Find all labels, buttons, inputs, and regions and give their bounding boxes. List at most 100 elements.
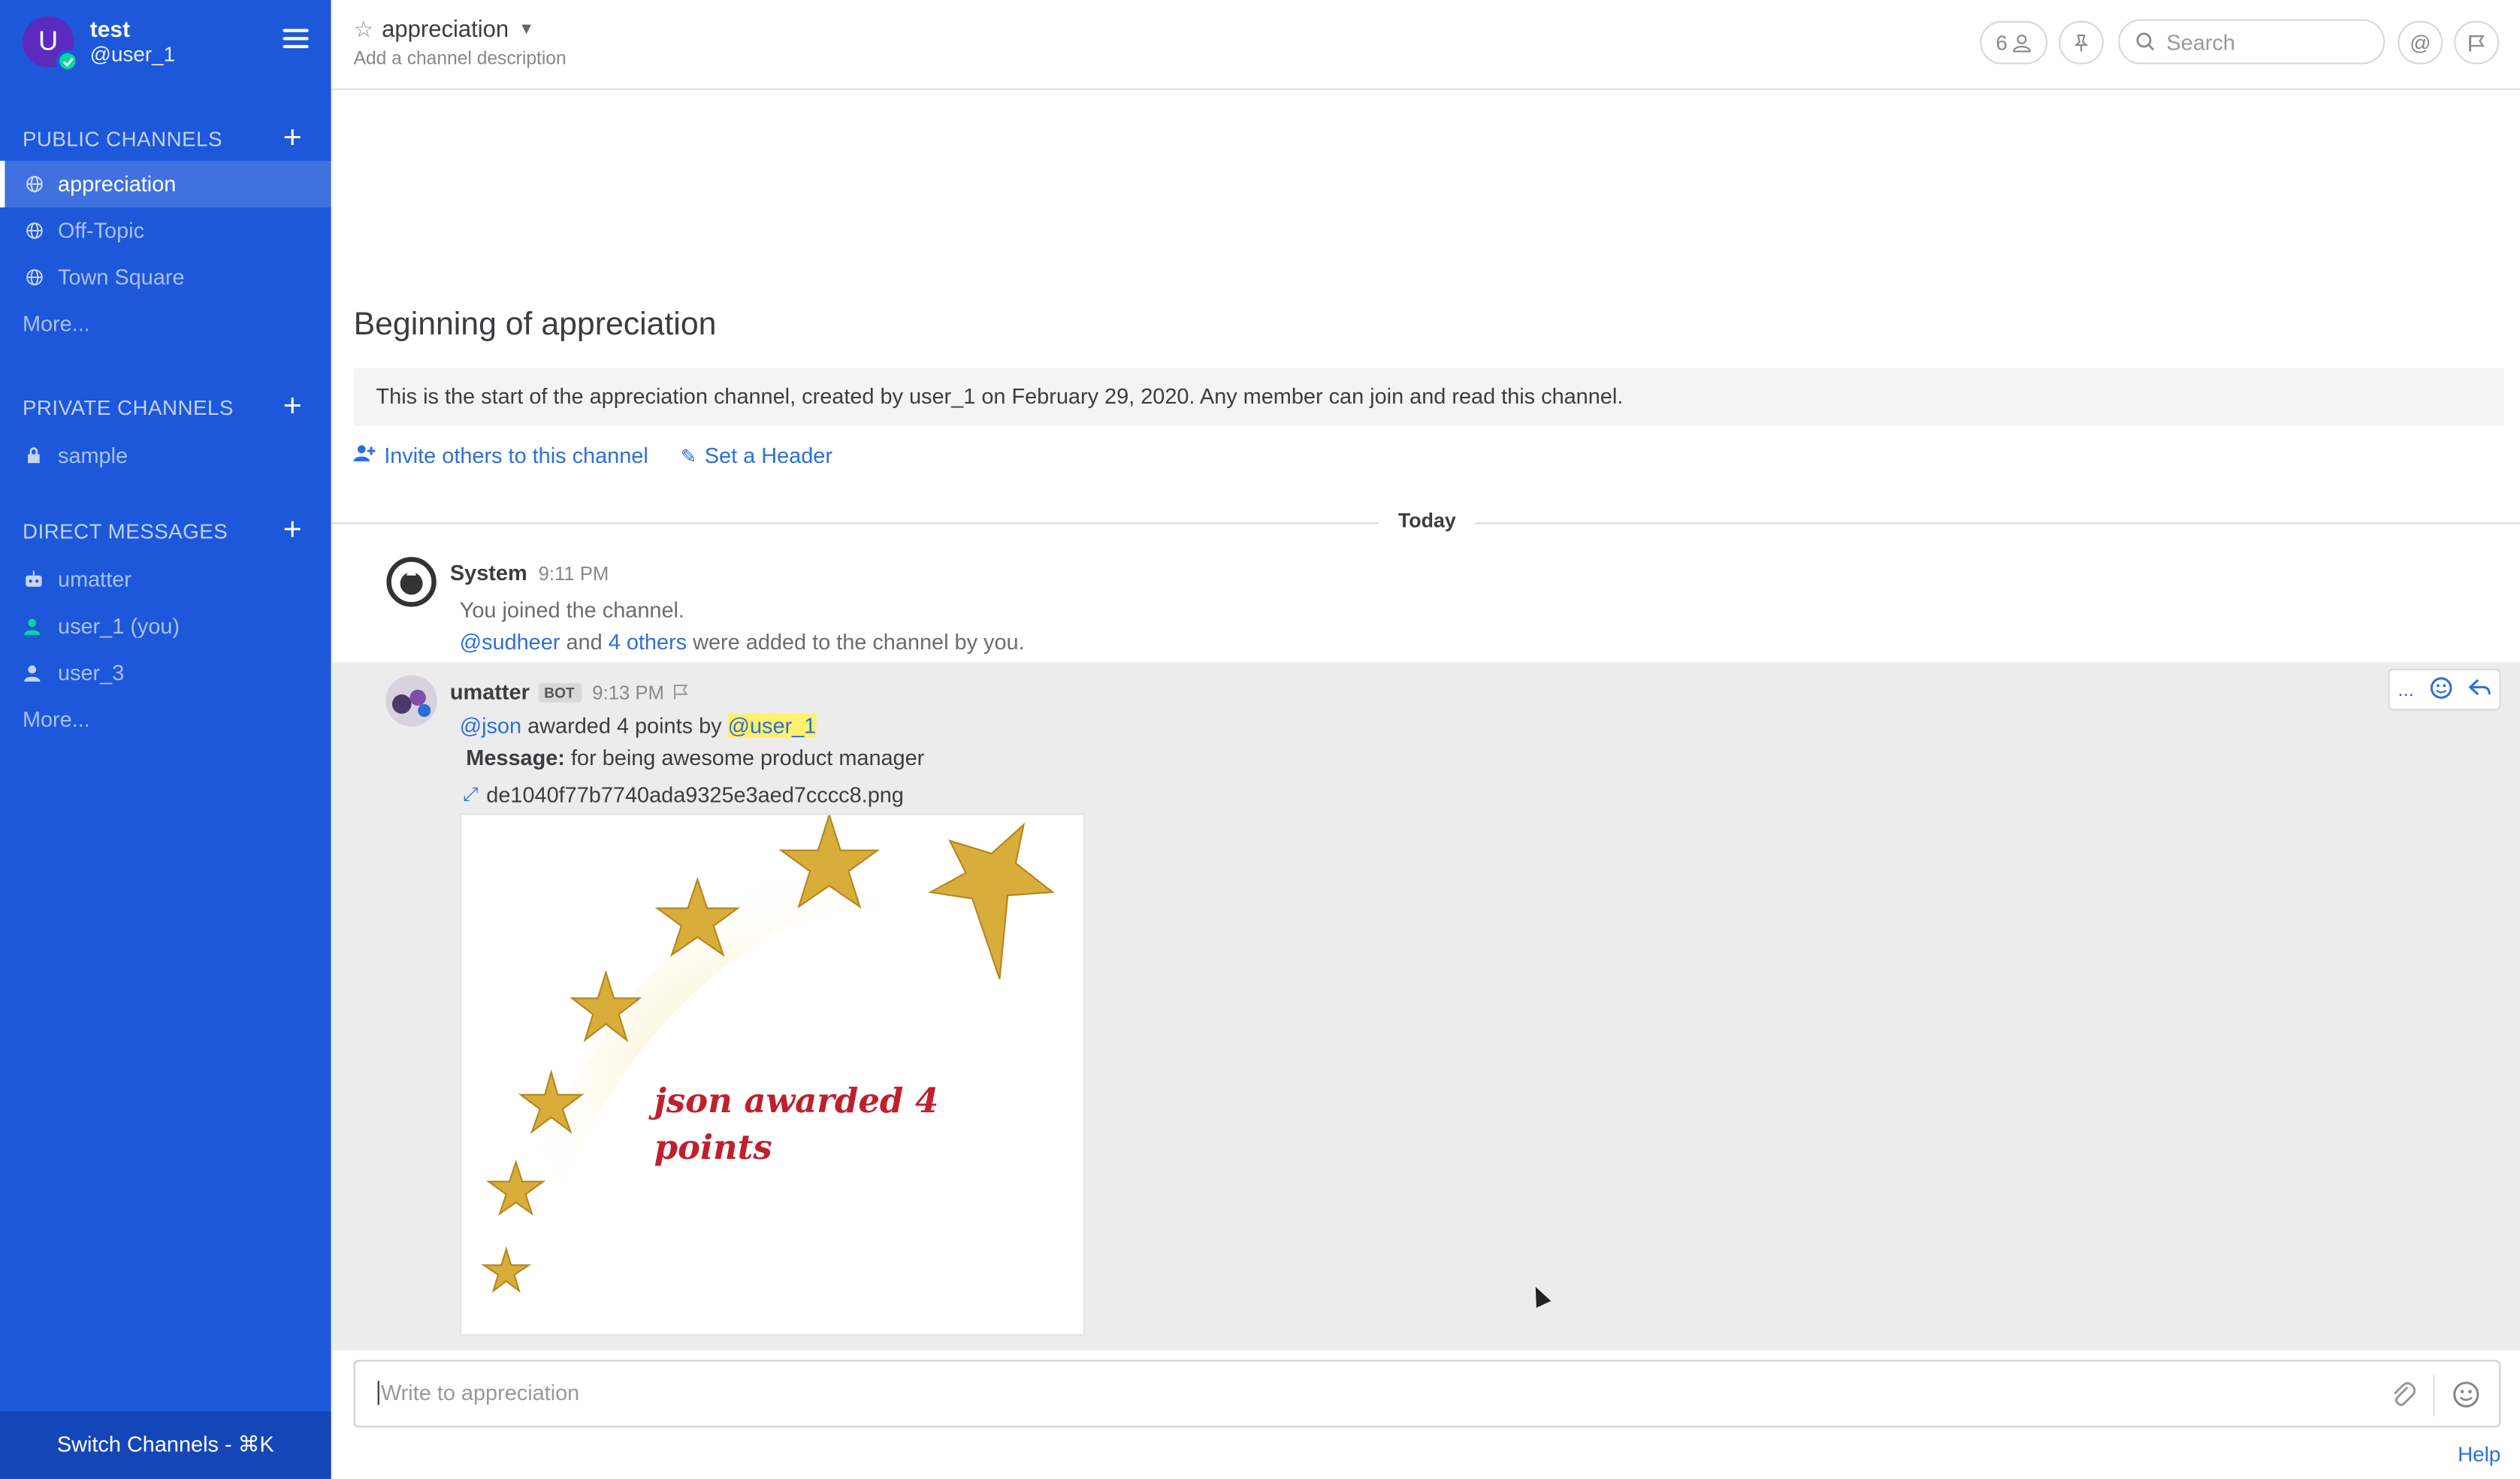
award-line: @json awarded 4 points by @user_1: [460, 713, 817, 738]
sidebar-item-town-square[interactable]: Town Square: [0, 254, 331, 301]
user-online-icon: [23, 616, 45, 636]
public-more-link[interactable]: More...: [0, 301, 331, 347]
search-input[interactable]: Search: [2118, 19, 2386, 65]
sidebar-header: U test @user_1: [0, 0, 331, 83]
search-placeholder: Search: [2166, 29, 2235, 54]
composer-divider: [2433, 1374, 2435, 1417]
globe-icon: [23, 268, 45, 286]
member-count: 6: [1996, 30, 2008, 55]
mention-json[interactable]: @json: [460, 714, 521, 738]
mention-link[interactable]: @sudheer: [460, 630, 561, 654]
user-name: test: [89, 16, 131, 42]
user-handle: @user_1: [89, 41, 176, 66]
paperclip-icon: ⤢: [463, 782, 479, 806]
post-author[interactable]: umatter BOT 9:13 PM: [450, 680, 690, 704]
date-separator-label: Today: [1379, 510, 1476, 533]
sidebar-item-label: sample: [58, 443, 128, 468]
add-user-icon: [353, 443, 376, 467]
emoji-reaction-icon[interactable]: [2430, 676, 2452, 703]
post-author[interactable]: System 9:11 PM: [450, 561, 609, 585]
sidebar-item-appreciation[interactable]: appreciation: [0, 160, 331, 207]
sidebar-item-label: umatter: [58, 567, 131, 592]
invite-others-link[interactable]: Invite others to this channel: [353, 443, 648, 468]
sidebar-item-user-1[interactable]: user_1 (you): [0, 603, 331, 649]
add-public-channel-icon[interactable]: +: [283, 122, 302, 155]
channel-intro-text: This is the start of the appreciation ch…: [353, 367, 2504, 426]
channel-title[interactable]: ☆ appreciation ▼: [354, 16, 535, 43]
emoji-picker-icon[interactable]: [2452, 1381, 2479, 1416]
pinned-messages-button[interactable]: [2059, 20, 2104, 65]
mention-user[interactable]: @user_1: [727, 713, 817, 738]
channel-description[interactable]: Add a channel description: [354, 50, 567, 69]
attached-image[interactable]: json awarded 4 points: [459, 813, 1085, 1336]
text-and: and: [566, 630, 603, 655]
chevron-down-icon[interactable]: ▼: [518, 21, 534, 39]
public-channels-title: PUBLIC CHANNELS: [22, 126, 222, 150]
image-award-text: json awarded 4 points: [654, 1080, 939, 1167]
member-count-button[interactable]: 6: [1980, 20, 2048, 65]
avatar-initial: U: [38, 26, 59, 56]
file-attachment[interactable]: ⤢ de1040f77b7740ada9325e3aed7cccc8.png: [463, 783, 904, 807]
direct-messages-header: DIRECT MESSAGES +: [0, 508, 331, 553]
stars-icon: [481, 815, 1056, 1298]
reply-icon[interactable]: [2468, 678, 2491, 702]
post-actions: ...: [2388, 668, 2501, 711]
others-link[interactable]: 4 others: [609, 630, 687, 654]
system-avatar: [385, 556, 437, 608]
more-actions-icon[interactable]: ...: [2398, 679, 2413, 701]
star-icon[interactable]: ☆: [354, 16, 374, 43]
help-link[interactable]: Help: [2458, 1442, 2500, 1466]
pin-icon: [2074, 33, 2089, 51]
globe-icon: [23, 175, 45, 193]
sidebar-item-off-topic[interactable]: Off-Topic: [0, 207, 331, 254]
direct-messages-title: DIRECT MESSAGES: [22, 518, 228, 543]
set-header-link[interactable]: ✎ Set a Header: [681, 443, 832, 467]
paperclip-icon[interactable]: [2390, 1379, 2416, 1416]
award-text: awarded 4 points by: [527, 713, 722, 738]
public-channels-header: PUBLIC CHANNELS +: [0, 116, 331, 161]
system-added-line: @sudheer and 4 others were added to the …: [460, 630, 1025, 654]
bot-badge: BOT: [537, 682, 582, 702]
channel-header: ☆ appreciation ▼ Add a channel descripti…: [331, 0, 2520, 90]
add-private-channel-icon[interactable]: +: [283, 391, 302, 423]
globe-icon: [23, 222, 45, 240]
sidebar-item-label: Off-Topic: [58, 218, 145, 243]
flagged-button[interactable]: [2454, 20, 2500, 65]
sidebar-item-user-3[interactable]: user_3: [0, 649, 331, 696]
channel-intro-title: Beginning of appreciation: [353, 307, 717, 343]
bot-post[interactable]: umatter BOT 9:13 PM ... @json awarded 4 …: [331, 662, 2520, 1350]
message-composer[interactable]: Write to appreciation: [353, 1360, 2501, 1428]
file-name: de1040f77b7740ada9325e3aed7cccc8.png: [486, 782, 904, 807]
channel-intro-actions: Invite others to this channel ✎ Set a He…: [353, 443, 865, 468]
mentions-button[interactable]: @: [2398, 20, 2443, 65]
main-menu-icon[interactable]: [283, 29, 309, 53]
bot-avatar[interactable]: [385, 675, 437, 727]
avatar[interactable]: U: [22, 16, 79, 73]
composer-placeholder: Write to appreciation: [377, 1381, 579, 1405]
text-added: were added to the channel by you.: [693, 630, 1025, 655]
author-name: umatter: [449, 679, 530, 704]
invite-others-label: Invite others to this channel: [384, 443, 648, 468]
sidebar-item-label: user_1 (you): [58, 614, 180, 639]
post-time[interactable]: 9:11 PM: [539, 562, 609, 585]
user-info[interactable]: test @user_1: [90, 16, 175, 67]
flag-icon[interactable]: [672, 683, 690, 701]
dm-more-link[interactable]: More...: [0, 696, 331, 743]
sidebar-item-label: appreciation: [58, 171, 177, 196]
pencil-icon: ✎: [680, 444, 697, 467]
member-icon: [2013, 33, 2031, 52]
system-post[interactable]: System 9:11 PM You joined the channel. @…: [331, 543, 2520, 659]
online-status-icon: [56, 50, 79, 73]
sidebar-item-umatter[interactable]: umatter: [0, 556, 331, 603]
lock-icon: [23, 447, 45, 465]
date-separator: Today: [331, 510, 2520, 533]
private-channels-header: PRIVATE CHANNELS +: [0, 384, 331, 429]
add-direct-message-icon[interactable]: +: [283, 514, 302, 546]
sidebar-item-sample[interactable]: sample: [0, 432, 331, 479]
user-offline-icon: [23, 663, 45, 682]
switch-channels-button[interactable]: Switch Channels - ⌘K: [0, 1411, 331, 1479]
flag-icon: [2469, 34, 2485, 51]
channel-name: appreciation: [382, 17, 509, 43]
bot-avatar-image: [391, 689, 431, 717]
post-time[interactable]: 9:13 PM: [592, 681, 664, 703]
